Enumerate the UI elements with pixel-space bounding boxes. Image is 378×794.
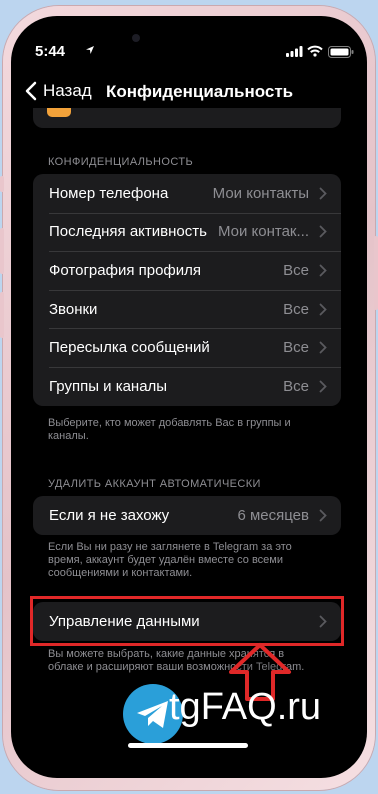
battery-icon [328,46,354,58]
status-bar: 5:44 [11,16,367,60]
chevron-right-icon [319,380,327,393]
location-arrow-icon [86,46,94,54]
status-time: 5:44 [35,43,66,60]
settings-icon [47,108,71,117]
back-label: Назад [43,81,92,100]
front-camera [132,34,140,42]
row-value: Мои контак... [217,223,309,241]
phone-screen: 5:44 Назад Конфиденциальность КОНФИДЕНЦИ… [11,16,367,778]
settings-row-last-seen[interactable]: Последняя активность Мои контак... [33,212,341,252]
chevron-left-icon [25,81,37,101]
row-value: Все [283,377,309,395]
row-value: Все [283,339,309,357]
section-header-delete-account: УДАЛИТЬ АККАУНТ АВТОМАТИЧЕСКИ [48,478,261,490]
chevron-right-icon [319,187,327,200]
settings-row-if-away[interactable]: Если я не захожу 6 месяцев [33,496,341,535]
row-label: Группы и каналы [49,377,168,395]
settings-row-calls[interactable]: Звонки Все [33,289,341,329]
row-label: Последняя активность [49,223,207,241]
chevron-right-icon [319,303,327,315]
settings-row-phone-number[interactable]: Номер телефона Мои контакты [33,174,341,213]
row-label: Звонки [49,300,98,318]
chevron-right-icon [319,225,327,238]
row-label: Фотография профиля [49,261,202,279]
chevron-right-icon [319,509,327,522]
side-button [0,176,4,192]
privacy-settings-group: Номер телефона Мои контакты Последняя ак… [33,174,341,406]
row-value: Мои контакты [212,184,309,202]
settings-row-profile-photo[interactable]: Фотография профиля Все [33,251,341,290]
highlight-box [30,596,344,646]
row-label: Если я не захожу [49,506,170,524]
watermark-text: tgFAQ.ru [169,686,322,728]
chevron-right-icon [319,264,327,277]
wifi-icon [307,45,323,57]
row-value: Все [283,261,309,279]
footnote-delete-account: Если Вы ни разу не заглянете в Telegram … [48,541,292,579]
navigation-bar: Назад Конфиденциальность [11,72,367,112]
chevron-right-icon [319,341,327,354]
row-value: Все [283,300,309,318]
page-title: Конфиденциальность [106,82,294,101]
delete-account-group: Если я не захожу 6 месяцев [33,496,341,535]
side-button [0,292,4,338]
home-indicator[interactable] [128,743,248,748]
side-button [374,236,378,310]
row-label: Номер телефона [49,184,169,202]
footnote-privacy: Выберите, кто может добавлять Вас в груп… [48,417,291,442]
back-button[interactable]: Назад [25,81,92,101]
section-header-privacy: КОНФИДЕНЦИАЛЬНОСТЬ [48,156,194,168]
previous-settings-group [33,108,341,128]
settings-row-groups-channels[interactable]: Группы и каналы Все [33,366,341,406]
row-label: Пересылка сообщений [49,339,210,357]
settings-row-forwarding[interactable]: Пересылка сообщений Все [33,328,341,367]
side-button [0,228,4,274]
cellular-signal-icon [286,46,303,57]
row-value: 6 месяцев [237,506,309,524]
